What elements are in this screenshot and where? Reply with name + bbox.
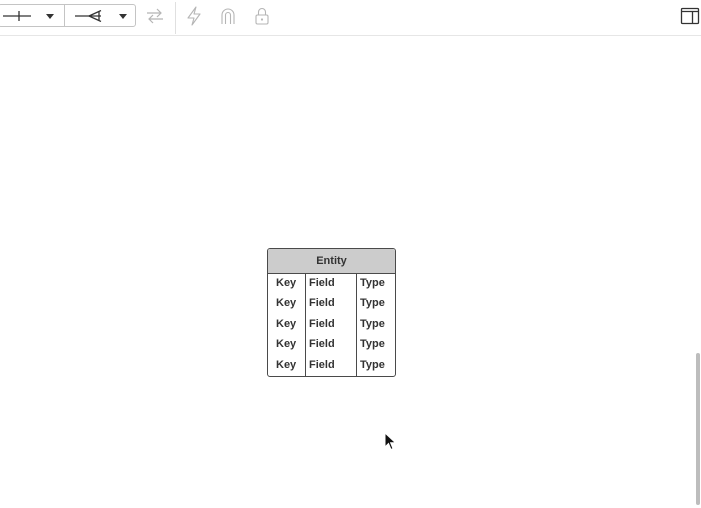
field-cell[interactable]: Field bbox=[309, 277, 335, 289]
lightning-icon[interactable] bbox=[185, 6, 203, 26]
chevron-down-icon bbox=[46, 14, 54, 19]
entity-title[interactable]: Entity bbox=[268, 249, 395, 274]
entity-table[interactable]: Entity Key Field Type Key Field Type Key… bbox=[267, 248, 396, 377]
swap-ends-icon[interactable] bbox=[145, 6, 165, 26]
field-cell[interactable]: Field bbox=[309, 338, 335, 350]
type-cell[interactable]: Type bbox=[360, 277, 385, 289]
toolbar-divider bbox=[175, 2, 176, 34]
key-cell[interactable]: Key bbox=[276, 338, 296, 350]
lock-icon[interactable] bbox=[253, 6, 271, 26]
type-cell[interactable]: Type bbox=[360, 338, 385, 350]
key-cell[interactable]: Key bbox=[276, 277, 296, 289]
key-cell[interactable]: Key bbox=[276, 297, 296, 309]
line-start-bar-icon bbox=[3, 11, 31, 21]
key-cell[interactable]: Key bbox=[276, 318, 296, 330]
entity-row[interactable]: Key Field Type bbox=[268, 294, 395, 314]
chevron-down-icon bbox=[119, 14, 127, 19]
field-cell[interactable]: Field bbox=[309, 359, 335, 371]
line-end-dropdown[interactable] bbox=[65, 5, 135, 26]
entity-row[interactable]: Key Field Type bbox=[268, 356, 395, 376]
entity-row[interactable]: Key Field Type bbox=[268, 315, 395, 335]
type-cell[interactable]: Type bbox=[360, 297, 385, 309]
vertical-scrollbar[interactable] bbox=[696, 353, 700, 505]
magnet-icon[interactable] bbox=[219, 6, 237, 26]
toolbar bbox=[0, 0, 701, 36]
entity-row[interactable]: Key Field Type bbox=[268, 274, 395, 294]
entity-row[interactable]: Key Field Type bbox=[268, 335, 395, 355]
type-cell[interactable]: Type bbox=[360, 359, 385, 371]
field-cell[interactable]: Field bbox=[309, 297, 335, 309]
line-end-crowsfoot-icon bbox=[75, 10, 102, 22]
key-cell[interactable]: Key bbox=[276, 359, 296, 371]
entity-body: Key Field Type Key Field Type Key Field … bbox=[268, 274, 395, 376]
line-ends-group bbox=[0, 4, 136, 27]
type-cell[interactable]: Type bbox=[360, 318, 385, 330]
field-cell[interactable]: Field bbox=[309, 318, 335, 330]
line-start-dropdown[interactable] bbox=[0, 5, 65, 26]
mouse-cursor-icon bbox=[384, 432, 397, 451]
panel-toggle-icon[interactable] bbox=[680, 6, 700, 26]
